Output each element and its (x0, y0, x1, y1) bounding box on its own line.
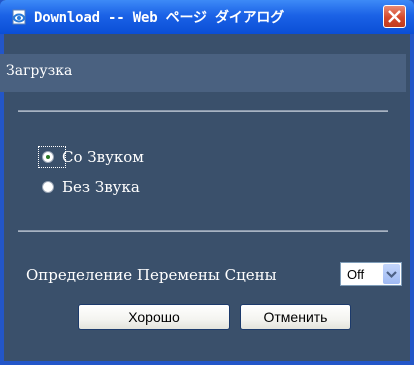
close-icon (388, 10, 401, 23)
scene-detection-select[interactable]: Off (340, 262, 402, 286)
ok-button[interactable]: Хорошо (78, 304, 230, 330)
radio-label: Без Звука (62, 178, 140, 196)
ie-page-icon (12, 9, 26, 25)
page-title: Загрузка (6, 63, 73, 79)
scene-detection-label: Определение Перемены Сцены (26, 266, 277, 284)
title-bar[interactable]: Download -- Web ページ ダイアログ (0, 0, 414, 34)
divider (18, 230, 388, 232)
radio-without-sound[interactable]: Без Звука (42, 178, 140, 196)
radio-button[interactable] (42, 181, 54, 193)
cancel-button[interactable]: Отменить (240, 304, 351, 330)
window-title: Download -- Web ページ ダイアログ (34, 10, 285, 26)
select-value: Off (347, 267, 365, 282)
radio-label: Со Звуком (62, 148, 144, 166)
divider (18, 110, 388, 112)
radio-with-sound[interactable]: Со Звуком (42, 148, 144, 166)
dropdown-button[interactable] (383, 264, 400, 284)
close-button[interactable] (383, 5, 406, 28)
radio-button[interactable] (42, 151, 54, 163)
chevron-down-icon (386, 271, 397, 279)
